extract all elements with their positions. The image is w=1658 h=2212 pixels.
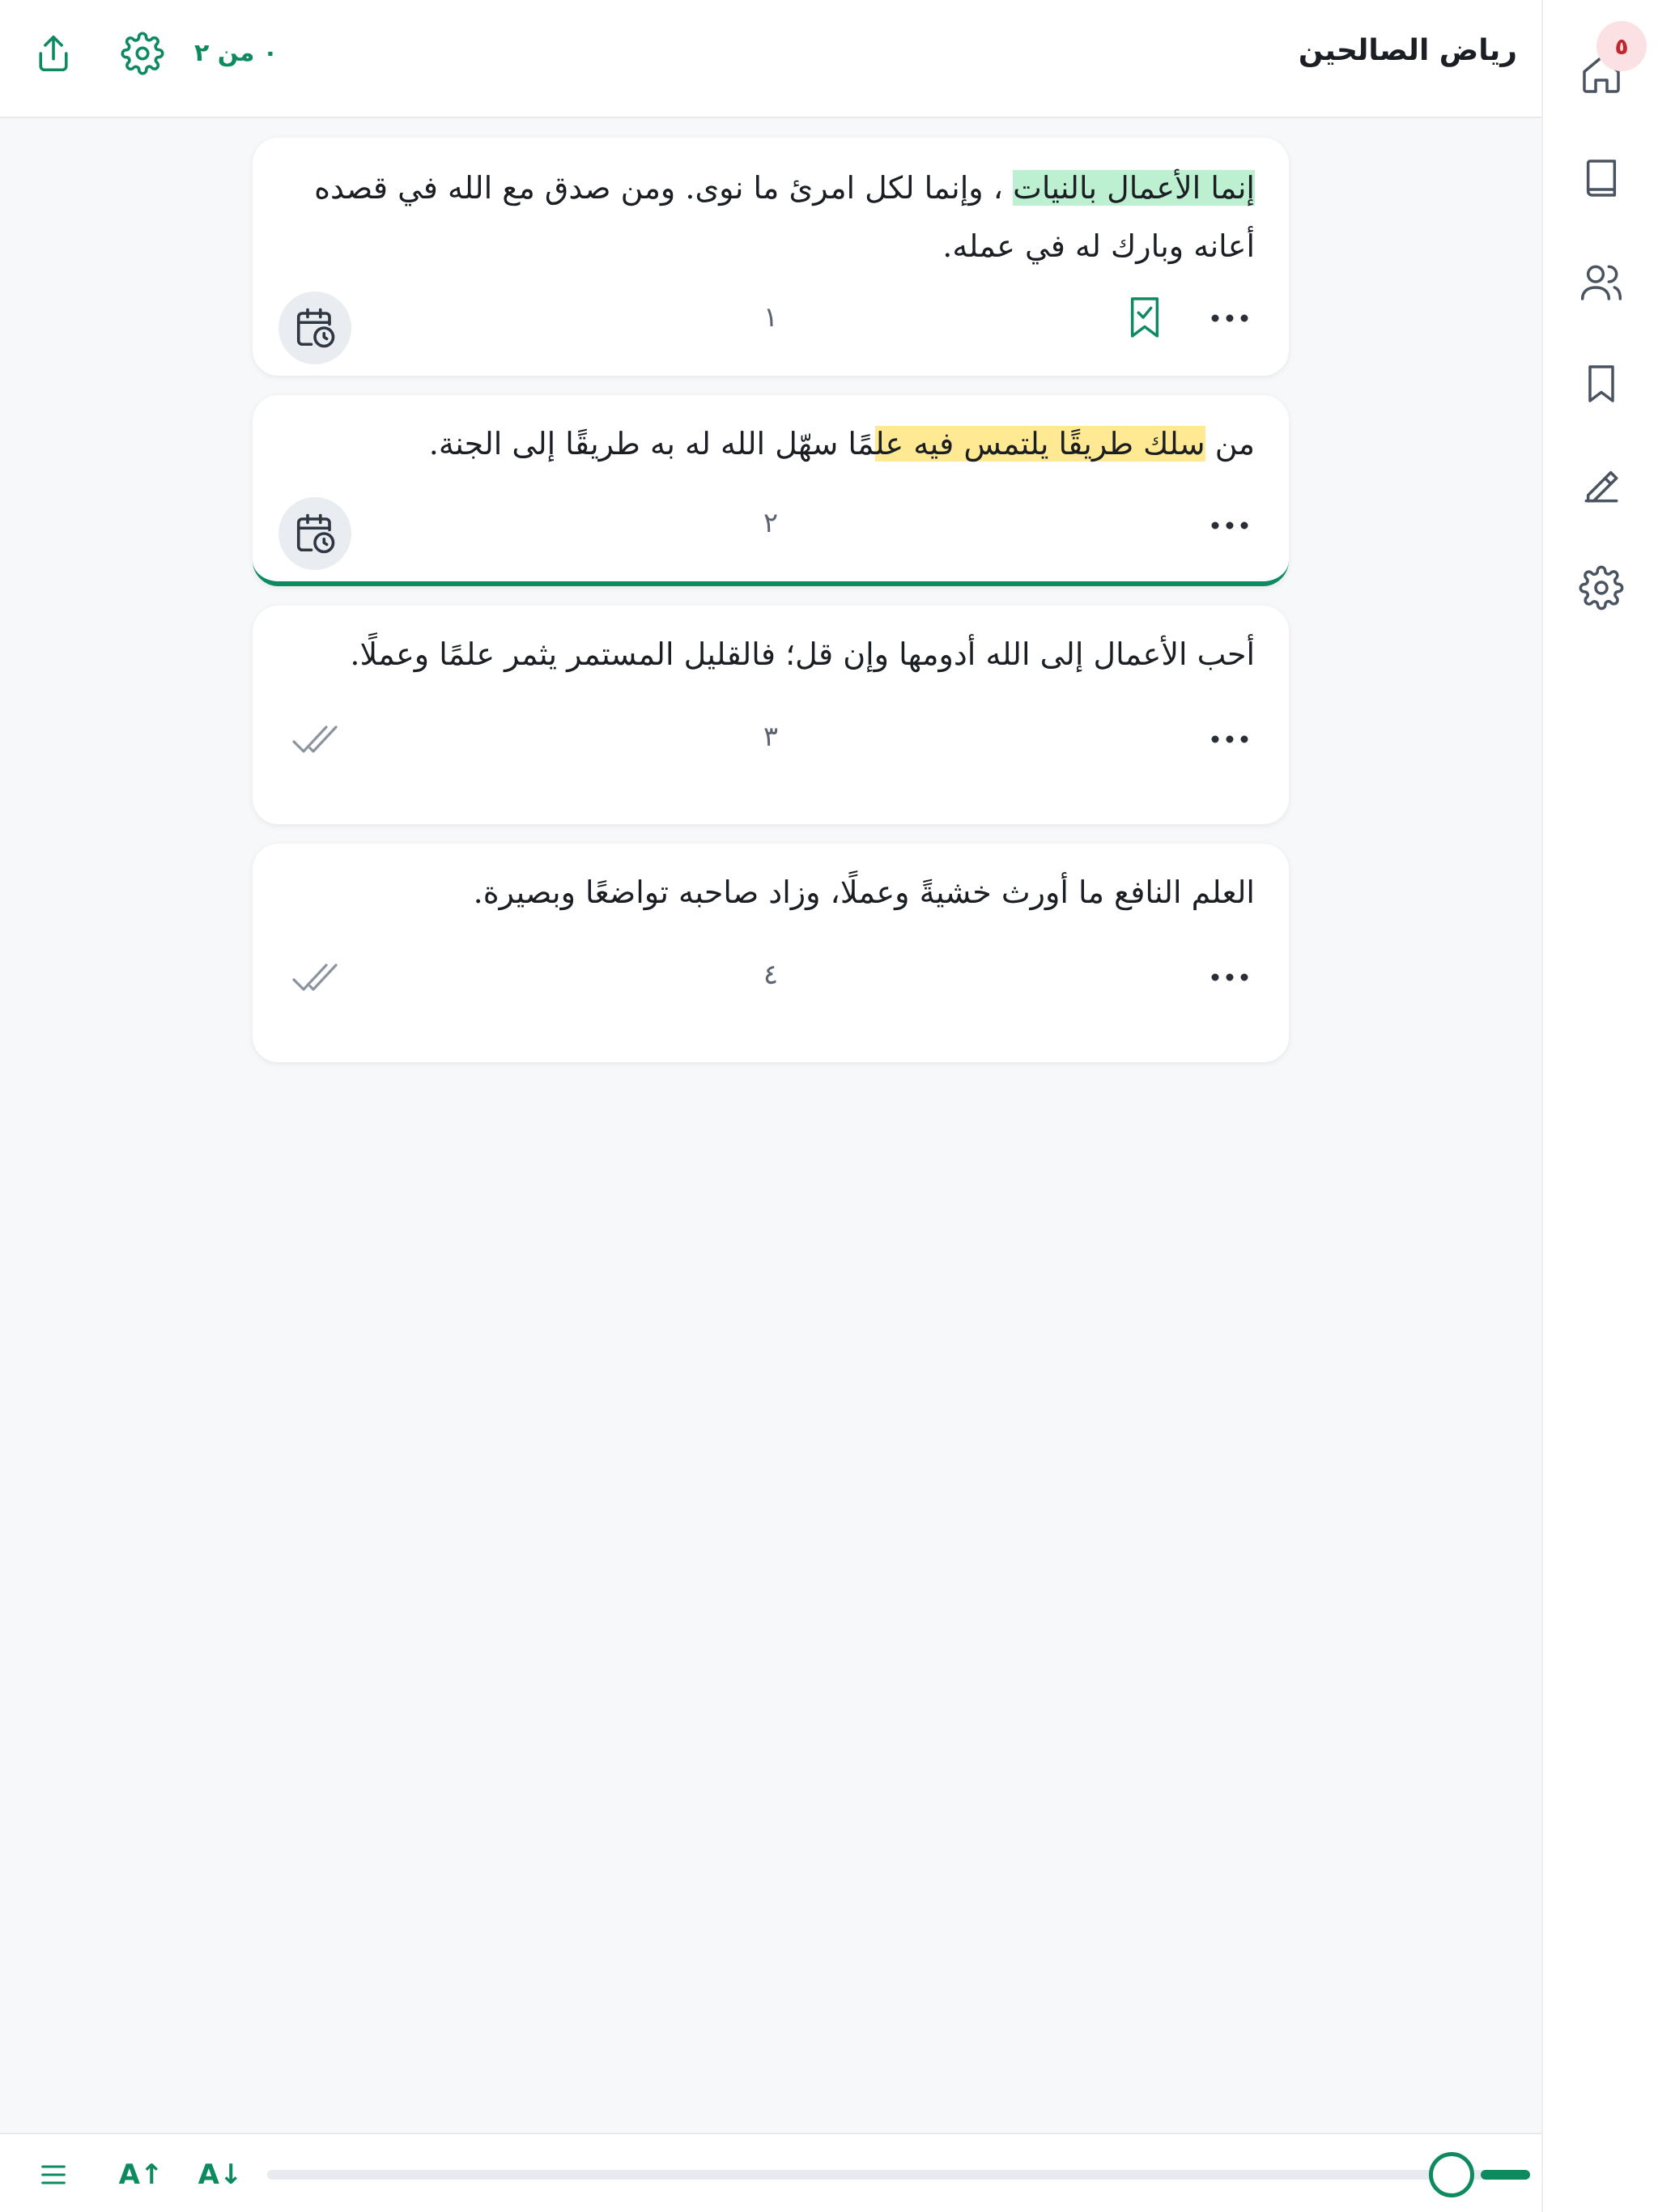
top-header: رياض الصالحين ٠ من ٢: [0, 0, 1541, 118]
page-title: رياض الصالحين: [1298, 34, 1517, 67]
card-number: ٢: [763, 507, 779, 539]
card-footer: ٤: [253, 921, 1289, 1062]
mark-done-button[interactable]: [287, 954, 343, 1002]
list-item[interactable]: إنما الأعمال بالنيات ، وإنما لكل امرئ ما…: [253, 138, 1289, 376]
sidebar-item-settings[interactable]: [1569, 555, 1634, 620]
card-number: ٤: [763, 959, 779, 991]
list-item[interactable]: أحب الأعمال إلى الله أدومها وإن قل؛ فالق…: [253, 606, 1289, 824]
slider-fill: [1481, 2170, 1530, 2180]
notification-badge: ٥: [1596, 21, 1647, 71]
card-body-text: مًا سهّل الله له به طريقًا إلى الجنة.: [428, 426, 875, 462]
book-icon: [1586, 160, 1617, 197]
sidebar: ٥: [1541, 0, 1658, 2212]
highlighted-text: إنما الأعمال بالنيات: [1013, 170, 1255, 206]
card-text: أحب الأعمال إلى الله أدومها وإن قل؛ فالق…: [253, 606, 1289, 683]
card-text: من سلك طريقًا يلتمس فيه علمًا سهّل الله …: [253, 395, 1289, 473]
font-decrease-button[interactable]: A↓: [188, 2152, 253, 2197]
card-list: إنما الأعمال بالنيات ، وإنما لكل امرئ ما…: [253, 138, 1289, 1082]
list-item[interactable]: العلم النافع ما أورث خشيةً وعملًا، وزاد …: [253, 844, 1289, 1062]
double-check-icon: [292, 725, 338, 753]
slider-thumb[interactable]: [1429, 2152, 1475, 2197]
card-footer: ٢: [253, 473, 1289, 581]
schedule-button[interactable]: [278, 497, 351, 570]
calendar-clock-icon: [296, 513, 335, 554]
font-increase-button[interactable]: A↑: [108, 2152, 173, 2197]
reading-slider[interactable]: [267, 2152, 1530, 2197]
menu-icon: [41, 2165, 66, 2184]
share-icon: [39, 35, 68, 72]
card-text: العلم النافع ما أورث خشيةً وعملًا، وزاد …: [253, 844, 1289, 921]
card-text: إنما الأعمال بالنيات ، وإنما لكل امرئ ما…: [253, 138, 1289, 275]
card-number: ١: [763, 301, 779, 334]
card-number: ٣: [763, 721, 779, 753]
settings-button[interactable]: [115, 26, 170, 81]
menu-button[interactable]: [32, 2152, 74, 2197]
progress-counter: ٠ من ٢: [194, 39, 278, 67]
bookmark-icon: [1588, 365, 1614, 402]
highlighted-text: سلك طريقًا يلتمس فيه عل: [874, 426, 1205, 462]
sidebar-item-users[interactable]: [1569, 249, 1634, 314]
schedule-button[interactable]: [278, 291, 351, 364]
mark-done-button[interactable]: [287, 716, 343, 764]
calendar-clock-icon: [296, 308, 335, 348]
sidebar-item-bookmarks[interactable]: [1569, 351, 1634, 416]
card-body-text: العلم النافع ما أورث خشيةً وعملًا، وزاد …: [473, 874, 1255, 910]
highlighter-icon: [1584, 470, 1618, 503]
bottom-toolbar: A↑ A↓: [0, 2133, 1541, 2212]
gear-icon: [121, 32, 164, 75]
card-footer: ٣: [253, 683, 1289, 824]
card-body-text: أحب الأعمال إلى الله أدومها وإن قل؛ فالق…: [350, 636, 1255, 672]
card-text-prefix: من: [1205, 426, 1255, 462]
list-item-active[interactable]: من سلك طريقًا يلتمس فيه علمًا سهّل الله …: [253, 395, 1289, 586]
users-icon: [1580, 265, 1622, 300]
sidebar-item-book[interactable]: [1569, 146, 1634, 211]
share-button[interactable]: [26, 26, 81, 81]
card-footer: ١: [253, 275, 1289, 376]
sidebar-item-highlights[interactable]: [1569, 453, 1634, 518]
double-check-icon: [292, 963, 338, 991]
gear-icon: [1579, 565, 1624, 610]
